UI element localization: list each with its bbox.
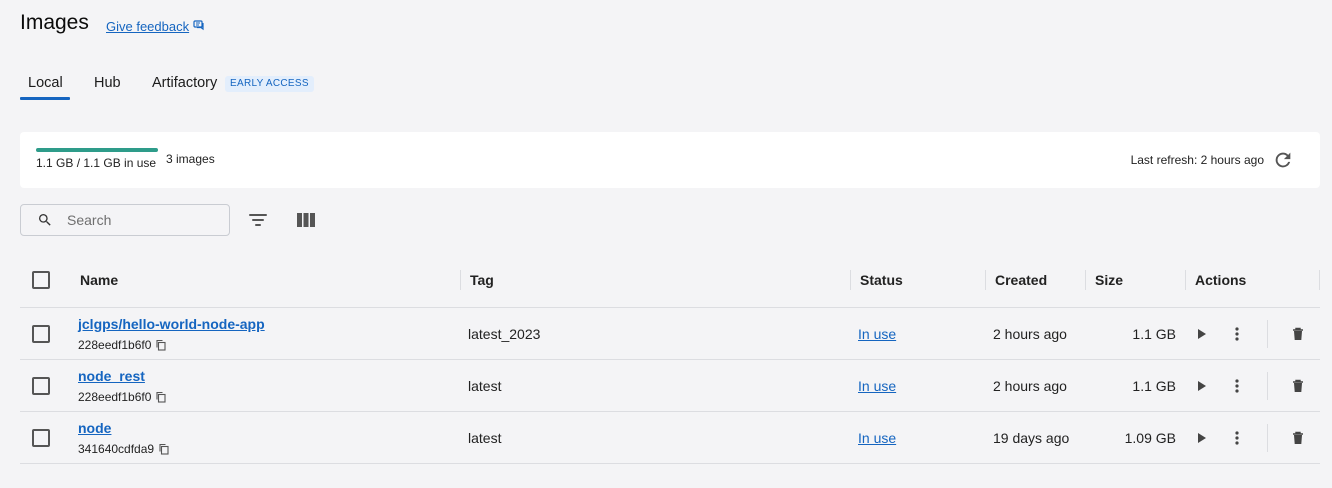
disk-usage-card: 1.1 GB / 1.1 GB in use 3 images Last ref… xyxy=(20,132,1320,188)
trash-icon[interactable] xyxy=(1288,324,1308,344)
status-link[interactable]: In use xyxy=(858,430,896,446)
disk-usage-bar xyxy=(36,148,158,152)
more-vertical-icon[interactable] xyxy=(1227,428,1247,448)
image-tag: latest xyxy=(468,430,502,446)
image-tag: latest xyxy=(468,378,502,394)
image-id: 228eedf1b6f0 xyxy=(78,338,167,352)
row-checkbox[interactable] xyxy=(32,429,50,447)
action-divider xyxy=(1267,320,1268,348)
image-name-link[interactable]: node xyxy=(78,420,111,436)
image-size: 1.1 GB xyxy=(1132,326,1176,342)
more-vertical-icon[interactable] xyxy=(1227,324,1247,344)
image-id-text: 228eedf1b6f0 xyxy=(78,390,152,404)
image-id: 228eedf1b6f0 xyxy=(78,390,167,404)
disk-usage-text: 1.1 GB / 1.1 GB in use xyxy=(36,156,157,170)
search-input[interactable] xyxy=(67,212,207,228)
more-vertical-icon[interactable] xyxy=(1227,376,1247,396)
column-divider xyxy=(1085,270,1086,290)
table-row: node 341640cdfda9 latest In use 19 days … xyxy=(20,412,1320,464)
column-divider xyxy=(1185,270,1186,290)
image-name-link[interactable]: node_rest xyxy=(78,368,145,384)
page-title: Images xyxy=(20,11,89,34)
copy-icon[interactable] xyxy=(155,339,167,351)
created-time: 2 hours ago xyxy=(993,378,1067,394)
give-feedback-label: Give feedback xyxy=(106,19,190,34)
table-row: jclgps/hello-world-node-app 228eedf1b6f0… xyxy=(20,308,1320,360)
column-header-tag[interactable]: Tag xyxy=(470,272,494,288)
column-header-actions: Actions xyxy=(1195,272,1247,288)
play-icon[interactable] xyxy=(1192,324,1212,344)
image-id-text: 228eedf1b6f0 xyxy=(78,338,152,352)
select-all-checkbox[interactable] xyxy=(32,271,50,289)
image-id: 341640cdfda9 xyxy=(78,442,170,456)
copy-icon[interactable] xyxy=(158,443,170,455)
column-header-name[interactable]: Name xyxy=(80,272,118,288)
give-feedback-link[interactable]: Give feedback xyxy=(106,19,205,34)
tab-hub[interactable]: Hub xyxy=(94,75,121,91)
image-id-text: 341640cdfda9 xyxy=(78,442,155,456)
row-checkbox[interactable] xyxy=(32,325,50,343)
search-icon xyxy=(39,214,51,226)
search-box[interactable] xyxy=(20,204,230,236)
status-link[interactable]: In use xyxy=(858,378,896,394)
trash-icon[interactable] xyxy=(1288,376,1308,396)
image-size: 1.09 GB xyxy=(1124,430,1176,446)
feedback-icon xyxy=(193,19,205,34)
copy-icon[interactable] xyxy=(155,391,167,403)
row-divider xyxy=(20,463,1320,464)
tab-artifactory[interactable]: Artifactory xyxy=(152,75,217,91)
image-count: 3 images xyxy=(166,152,215,166)
column-header-size[interactable]: Size xyxy=(1095,272,1123,288)
early-access-badge: EARLY ACCESS xyxy=(225,76,314,92)
created-time: 2 hours ago xyxy=(993,326,1067,342)
status-link[interactable]: In use xyxy=(858,326,896,342)
action-divider xyxy=(1267,372,1268,400)
row-checkbox[interactable] xyxy=(32,377,50,395)
column-header-created[interactable]: Created xyxy=(995,272,1047,288)
image-name-link[interactable]: jclgps/hello-world-node-app xyxy=(78,316,265,332)
column-divider xyxy=(1319,270,1320,290)
table-row: node_rest 228eedf1b6f0 latest In use 2 h… xyxy=(20,360,1320,412)
column-header-status[interactable]: Status xyxy=(860,272,903,288)
action-divider xyxy=(1267,424,1268,452)
last-refresh-text: Last refresh: 2 hours ago xyxy=(1130,153,1264,167)
trash-icon[interactable] xyxy=(1288,428,1308,448)
column-divider xyxy=(460,270,461,290)
created-time: 19 days ago xyxy=(993,430,1070,446)
filter-icon[interactable] xyxy=(246,208,270,232)
images-table: Name Tag Status Created Size Actions jcl… xyxy=(20,258,1320,464)
image-size: 1.1 GB xyxy=(1132,378,1176,394)
column-divider xyxy=(850,270,851,290)
column-divider xyxy=(985,270,986,290)
refresh-icon[interactable] xyxy=(1272,149,1294,171)
play-icon[interactable] xyxy=(1192,376,1212,396)
play-icon[interactable] xyxy=(1192,428,1212,448)
tab-local[interactable]: Local xyxy=(28,75,63,91)
columns-icon[interactable] xyxy=(294,208,318,232)
image-tag: latest_2023 xyxy=(468,326,541,342)
active-tab-indicator xyxy=(20,97,70,100)
